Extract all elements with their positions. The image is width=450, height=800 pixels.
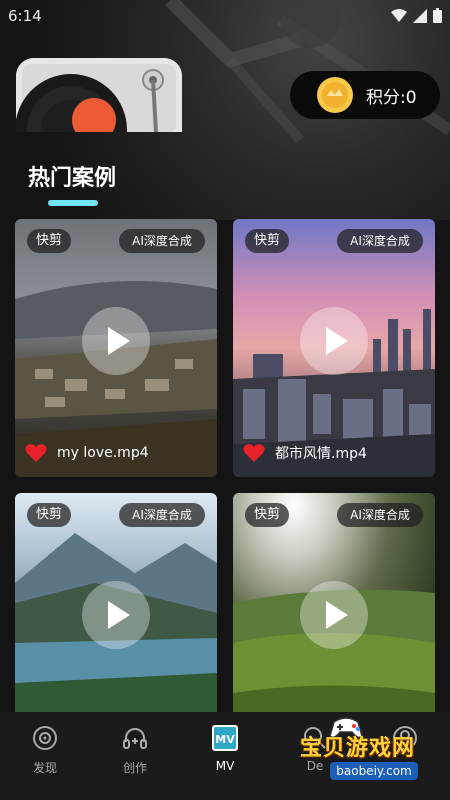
watermark-url: baobeiy.com — [330, 762, 418, 780]
play-icon — [326, 327, 348, 355]
nav-label-create: 创作 — [122, 761, 147, 775]
play-button[interactable] — [82, 307, 150, 375]
tag-quick-cut: 快剪 — [245, 229, 289, 253]
play-button[interactable] — [82, 581, 150, 649]
mv-icon: MV — [212, 725, 238, 751]
watermark-title: 宝贝游戏网 — [300, 736, 416, 761]
nav-label-mv: MV — [215, 759, 235, 773]
points-label: 积分:0 — [366, 87, 417, 108]
headphones-icon — [123, 728, 147, 749]
tag-quick-cut: 快剪 — [27, 503, 71, 527]
card-caption: 都市风情.mp4 — [275, 446, 367, 462]
tag-ai-synthesis: AI深度合成 — [337, 229, 423, 253]
tag-quick-cut: 快剪 — [27, 229, 71, 253]
video-card-2[interactable]: 快剪 AI深度合成 都市风情.mp4 — [233, 219, 435, 477]
card-caption: my love.mp4 — [57, 445, 149, 461]
site-watermark: 宝贝游戏网 baobeiy.com — [300, 717, 450, 800]
status-time: 6:14 — [8, 7, 42, 25]
play-icon — [108, 327, 130, 355]
section-title: 热门案例 — [28, 166, 117, 191]
signal-icon — [413, 8, 427, 23]
nav-mv[interactable]: MV MV — [180, 712, 270, 800]
tag-ai-synthesis: AI深度合成 — [337, 503, 423, 527]
tag-quick-cut: 快剪 — [245, 503, 289, 527]
turntable-illustration — [16, 58, 182, 132]
coin-icon — [317, 77, 353, 113]
heart-icon[interactable] — [25, 443, 47, 463]
play-button[interactable] — [300, 581, 368, 649]
section-underline — [48, 200, 98, 206]
play-icon — [108, 601, 130, 629]
svg-text:MV: MV — [215, 733, 235, 746]
battery-icon — [433, 8, 442, 23]
wifi-icon — [391, 8, 407, 22]
nav-create[interactable]: 创作 — [90, 712, 180, 800]
disc-icon — [33, 726, 57, 750]
video-card-1[interactable]: 快剪 AI深度合成 my love.mp4 — [15, 219, 217, 477]
tag-ai-synthesis: AI深度合成 — [119, 503, 205, 527]
heart-icon[interactable] — [243, 443, 265, 463]
play-icon — [326, 601, 348, 629]
tag-ai-synthesis: AI深度合成 — [119, 229, 205, 253]
play-button[interactable] — [300, 307, 368, 375]
points-badge[interactable]: 积分:0 — [290, 71, 440, 119]
status-bar: 6:14 — [0, 0, 450, 32]
nav-discover[interactable]: 发现 — [0, 712, 90, 800]
nav-label-discover: 发现 — [32, 761, 57, 775]
